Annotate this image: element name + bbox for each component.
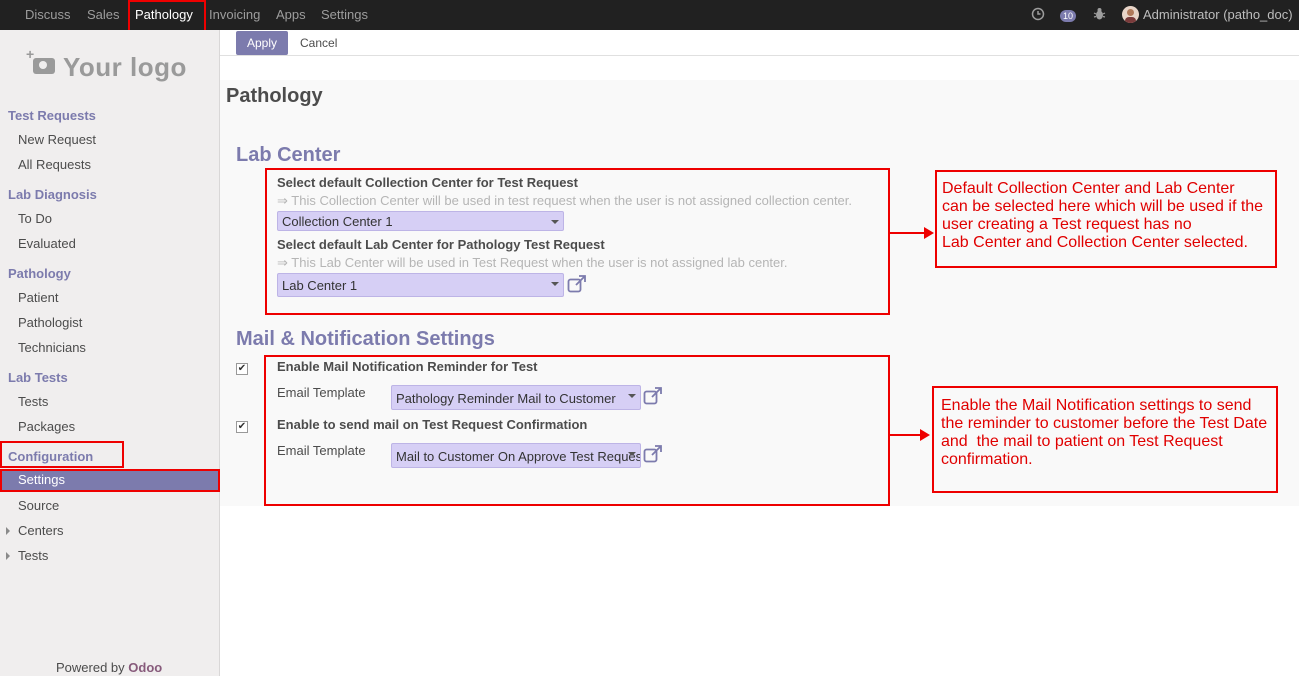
sidebar-item-centers[interactable]: Centers bbox=[18, 523, 64, 538]
menu-sales[interactable]: Sales bbox=[87, 0, 120, 30]
arrow-right-icon bbox=[890, 429, 930, 441]
menu-discuss[interactable]: Discuss bbox=[25, 0, 71, 30]
sidebar: Your logo Test Requests New Request All … bbox=[0, 30, 220, 676]
confirmation-checkbox[interactable]: ✔ bbox=[236, 421, 248, 433]
messages-icon[interactable]: 10 bbox=[1060, 8, 1077, 22]
cancel-button[interactable]: Cancel bbox=[294, 31, 343, 55]
sidebar-item-new-request[interactable]: New Request bbox=[18, 132, 96, 147]
sidebar-section-pathology: Pathology bbox=[8, 266, 71, 281]
menu-apps[interactable]: Apps bbox=[276, 0, 306, 30]
avatar[interactable] bbox=[1122, 6, 1139, 23]
messages-count-badge: 10 bbox=[1060, 10, 1077, 22]
menu-invoicing[interactable]: Invoicing bbox=[209, 0, 260, 30]
sidebar-section-lab-tests: Lab Tests bbox=[8, 370, 68, 385]
caret-right-icon[interactable] bbox=[6, 527, 10, 535]
company-logo[interactable]: Your logo bbox=[26, 46, 187, 83]
camera-icon bbox=[26, 46, 55, 75]
sidebar-item-to-do[interactable]: To Do bbox=[18, 211, 52, 226]
sidebar-item-source[interactable]: Source bbox=[18, 498, 59, 513]
annotation-box-menu bbox=[128, 0, 206, 33]
annotation-lab-note: Default Collection Center and Lab Center… bbox=[942, 180, 1264, 251]
clock-icon[interactable] bbox=[1031, 7, 1045, 24]
sidebar-item-technicians[interactable]: Technicians bbox=[18, 340, 86, 355]
annotation-box-mail bbox=[264, 355, 890, 506]
sidebar-section-lab-diagnosis: Lab Diagnosis bbox=[8, 187, 97, 202]
lab-center-heading: Lab Center bbox=[236, 144, 341, 166]
sidebar-item-packages[interactable]: Packages bbox=[18, 419, 75, 434]
sidebar-item-pathologist[interactable]: Pathologist bbox=[18, 315, 82, 330]
sidebar-item-tests[interactable]: Tests bbox=[18, 394, 48, 409]
arrow-right-icon bbox=[890, 227, 934, 239]
annotation-mail-note: Enable the Mail Notification settings to… bbox=[941, 397, 1268, 468]
annotation-box-settings bbox=[0, 469, 220, 492]
divider bbox=[220, 55, 1299, 56]
bug-icon[interactable] bbox=[1093, 7, 1106, 24]
sidebar-item-evaluated[interactable]: Evaluated bbox=[18, 236, 76, 251]
annotation-box-configuration bbox=[0, 441, 124, 468]
page-title: Pathology bbox=[226, 85, 323, 107]
powered-by: Powered by Odoo bbox=[56, 660, 163, 675]
sidebar-section-test-requests: Test Requests bbox=[8, 108, 96, 123]
menu-settings[interactable]: Settings bbox=[321, 0, 368, 30]
odoo-link[interactable]: Odoo bbox=[128, 660, 162, 675]
reminder-checkbox[interactable]: ✔ bbox=[236, 363, 248, 375]
sidebar-item-config-tests[interactable]: Tests bbox=[18, 548, 48, 563]
sidebar-item-patient[interactable]: Patient bbox=[18, 290, 58, 305]
apply-button[interactable]: Apply bbox=[236, 31, 288, 55]
user-name[interactable]: Administrator (patho_doc) bbox=[1143, 0, 1293, 30]
sidebar-item-all-requests[interactable]: All Requests bbox=[18, 157, 91, 172]
annotation-box-lab-center bbox=[265, 168, 890, 315]
mail-notification-heading: Mail & Notification Settings bbox=[236, 328, 495, 350]
caret-right-icon[interactable] bbox=[6, 552, 10, 560]
